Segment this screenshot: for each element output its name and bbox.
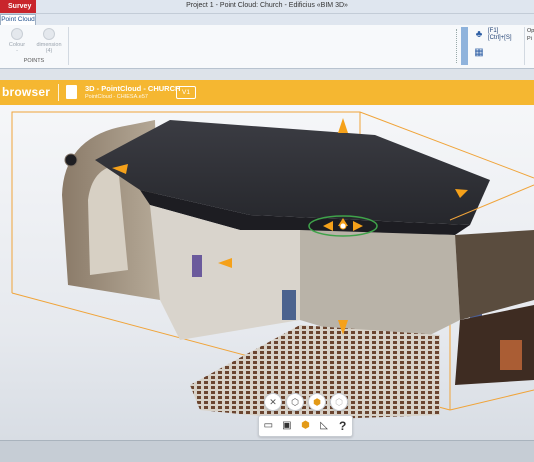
right-label-op: Op [527,28,534,34]
camera-icon[interactable]: ▭ [260,418,276,434]
banner-subtitle: PointCloud - CHIESA.e57 [85,94,148,100]
cube-active-icon[interactable]: ⬢ [308,393,326,411]
viewport-frame [0,69,534,80]
status-bar [0,440,534,462]
window-title: Project 1 - Point Cloud: Church - Edific… [186,2,348,9]
paint-bucket-icon[interactable]: ♣ [472,29,486,41]
help-icon[interactable]: ? [335,418,351,434]
shortcut-keys: [F1] [Ctrl]+[S] [488,28,512,41]
banner-title: 3D - PointCloud - CHURCH [85,84,181,93]
close-icon[interactable]: ✕ [264,393,282,411]
version-badge[interactable]: V1 [176,86,196,99]
viewport-toolbar: ▭ ▣ ⬢ ◺ ? [258,415,353,437]
cube-icon[interactable]: ⬡ [286,393,304,411]
altar-glow [500,340,522,370]
dimension-sub: (4) [45,48,53,54]
colour-button[interactable]: Colour - [4,27,30,54]
dimension-icon [43,28,55,40]
dimension-button[interactable]: dimension (4) [36,27,62,54]
ribbon-tabstrip: Point Cloud [0,14,534,25]
group-divider [68,27,69,65]
colour-icon [11,28,23,40]
stained-window-1 [192,255,202,277]
stained-window-2 [282,290,296,320]
panel-divider [524,27,525,65]
box-view-icon[interactable]: ▣ [279,418,295,434]
measure-icon[interactable]: ◺ [316,418,332,434]
clipboard-icon[interactable]: ▦ [472,47,486,59]
right-label-pi: Pi [527,36,532,42]
colour-sub: - [16,48,18,54]
point-cloud-icon[interactable]: ⬢ [297,418,313,434]
tab-point-cloud[interactable]: Point Cloud [0,14,36,25]
top-handle[interactable] [338,118,348,133]
banner-brand: browser [2,85,51,99]
rose-window [64,153,78,167]
banner-divider [58,84,59,101]
point-cloud-render[interactable] [0,80,534,440]
side-chapel [455,230,534,320]
document-icon [66,85,77,99]
title-bar: Survey Project 1 - Point Cloud: Church -… [0,0,534,14]
panel-grip[interactable] [456,29,458,63]
collapsed-panel-strip[interactable] [461,27,468,65]
points-group-label: POINTS [23,58,45,64]
browser-banner: browser 3D - PointCloud - CHURCH PointCl… [0,80,534,105]
cube-disabled-icon[interactable]: ⬡ [330,393,348,411]
view-buttons: ✕ ⬡ ⬢ ⬡ [264,393,348,411]
ribbon: Colour - dimension (4) POINTS ♣ [F1] [Ct… [0,25,534,69]
viewport-3d[interactable]: ✕ ⬡ ⬢ ⬡ [0,80,534,440]
